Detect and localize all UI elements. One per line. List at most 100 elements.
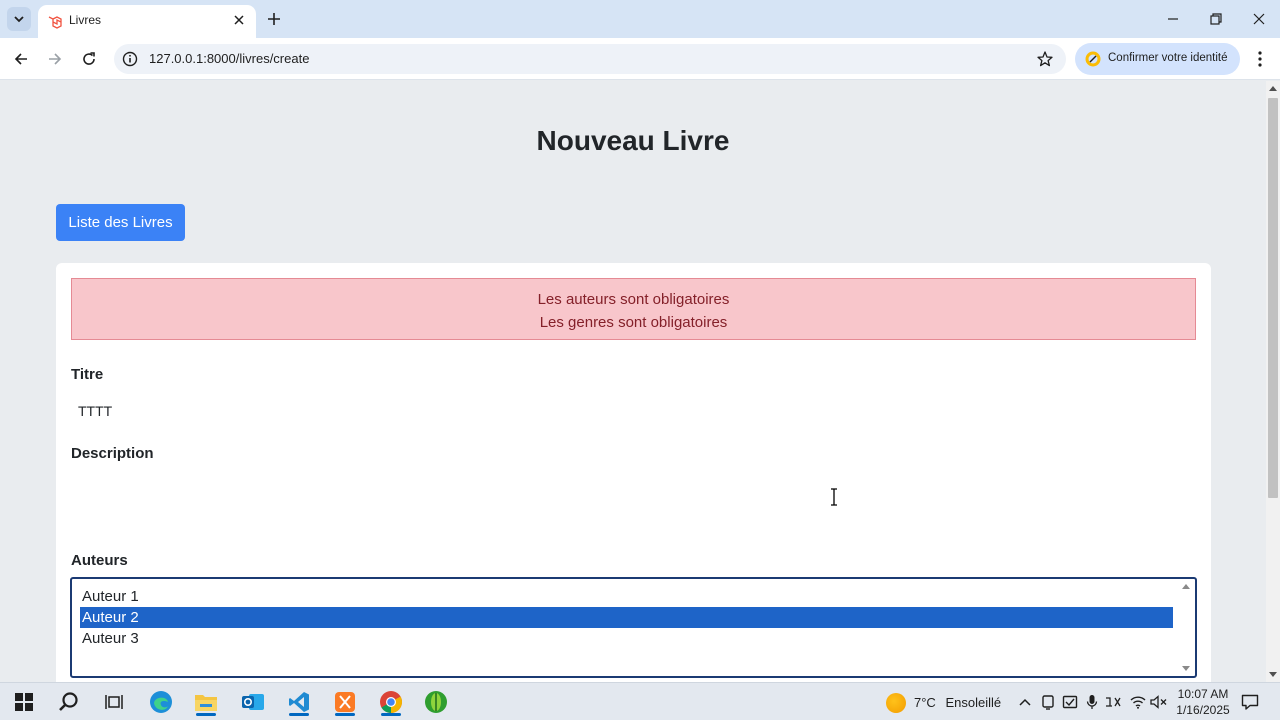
form-card: Les auteurs sont obligatoires Les genres… [56, 263, 1211, 682]
vscode-taskbar-button[interactable] [283, 688, 315, 716]
auteurs-label: Auteurs [71, 552, 128, 569]
app-taskbar-button[interactable] [420, 688, 452, 716]
reload-icon [83, 52, 95, 65]
chrome-taskbar-button[interactable] [375, 688, 407, 716]
page-viewport: Nouveau Livre Liste des Livres Les auteu… [0, 81, 1266, 682]
browser-tab-active[interactable]: Livres [38, 5, 256, 38]
arrow-left-icon [14, 53, 27, 65]
forward-button[interactable] [43, 47, 67, 71]
chrome-icon [380, 691, 402, 713]
close-icon [1253, 13, 1265, 25]
weather-temperature: 7°C [914, 695, 936, 710]
scroll-down-arrow-icon[interactable] [1269, 672, 1277, 678]
windows-logo-icon [15, 693, 33, 711]
edge-icon [150, 691, 172, 713]
security-icon [1062, 695, 1078, 709]
clock-date: 1/16/2025 [1176, 703, 1230, 717]
scroll-up-arrow-icon[interactable] [1182, 583, 1190, 589]
auteur-option-selected[interactable]: Auteur 2 [80, 607, 1173, 628]
xampp-icon [335, 692, 355, 712]
info-icon[interactable] [122, 51, 138, 67]
outlook-icon [242, 694, 264, 710]
close-window-button[interactable] [1245, 6, 1273, 32]
auteurs-multiselect[interactable]: Auteur 1 Auteur 2 Auteur 3 [70, 577, 1197, 678]
sun-icon[interactable] [886, 693, 906, 713]
scroll-thumb[interactable] [1268, 98, 1278, 498]
tray-app-button[interactable] [1039, 693, 1057, 711]
active-indicator [289, 713, 309, 716]
tray-app-button[interactable] [1061, 693, 1079, 711]
page-title: Nouveau Livre [536, 125, 730, 156]
description-label: Description [71, 445, 154, 462]
tab-search-button[interactable] [7, 7, 31, 31]
error-message: Les genres sont obligatoires [539, 314, 728, 331]
text-cursor-icon [831, 488, 837, 506]
windows-taskbar: 7°C Ensoleillé 10:07 AM 1/16/2025 [0, 682, 1280, 720]
show-hidden-icons-button[interactable] [1016, 693, 1034, 711]
restore-button[interactable] [1202, 6, 1230, 32]
titre-input[interactable]: TTTT [78, 403, 112, 419]
scroll-down-arrow-icon[interactable] [1182, 666, 1190, 672]
weather-condition: Ensoleillé [945, 695, 1002, 710]
close-icon [234, 15, 244, 25]
select-scrollbar[interactable] [1178, 579, 1195, 676]
arrow-right-icon [49, 53, 62, 65]
active-indicator [381, 713, 401, 716]
start-button[interactable] [8, 688, 40, 716]
error-alert: Les auteurs sont obligatoires Les genres… [71, 278, 1196, 340]
book-list-button[interactable]: Liste des Livres [56, 204, 185, 241]
search-button[interactable] [53, 688, 85, 716]
notifications-button[interactable] [1241, 693, 1259, 711]
green-app-icon [425, 691, 447, 713]
titre-label: Titre [71, 366, 104, 383]
browser-toolbar: 127.0.0.1:8000/livres/create Confirmer v… [0, 38, 1280, 80]
tab-close-button[interactable] [230, 11, 248, 29]
outlook-taskbar-button[interactable] [237, 688, 269, 716]
browser-menu-button[interactable] [1250, 47, 1270, 71]
auteur-option[interactable]: Auteur 3 [80, 628, 1173, 649]
laravel-icon [48, 16, 62, 29]
taskbar-clock[interactable]: 10:07 AM 1/16/2025 [1172, 686, 1234, 718]
wifi-icon [1130, 696, 1146, 709]
identity-warning-icon [1085, 51, 1101, 67]
bookmark-star-icon[interactable] [1036, 50, 1054, 68]
xampp-taskbar-button[interactable] [329, 688, 361, 716]
scroll-up-arrow-icon[interactable] [1269, 85, 1277, 91]
auteur-option[interactable]: Auteur 1 [80, 586, 1173, 607]
microphone-button[interactable] [1083, 693, 1101, 711]
back-button[interactable] [9, 47, 33, 71]
device-icon [1042, 695, 1054, 710]
active-indicator [335, 713, 355, 716]
folder-icon [195, 695, 217, 711]
microphone-icon [1086, 695, 1098, 709]
tab-strip: Livres [0, 0, 1280, 38]
volume-muted-icon [1150, 695, 1167, 709]
edge-taskbar-button[interactable] [145, 688, 177, 716]
minimize-button[interactable] [1159, 6, 1187, 32]
network-button[interactable] [1129, 693, 1147, 711]
input-icon [1106, 697, 1121, 707]
active-indicator [196, 713, 216, 716]
more-vertical-icon [1258, 51, 1262, 67]
identity-button[interactable]: Confirmer votre identité [1075, 43, 1240, 75]
chevron-up-icon [1019, 698, 1031, 706]
tray-app-button[interactable] [1104, 693, 1122, 711]
search-icon [59, 692, 78, 711]
restore-icon [1210, 13, 1222, 25]
task-view-button[interactable] [98, 688, 130, 716]
weather-widget[interactable]: 7°C Ensoleillé [914, 695, 1001, 710]
file-explorer-taskbar-button[interactable] [190, 688, 222, 716]
new-tab-button[interactable] [264, 9, 284, 29]
description-textarea[interactable] [71, 473, 1196, 533]
url-text: 127.0.0.1:8000/livres/create [149, 51, 310, 66]
reload-button[interactable] [77, 47, 101, 71]
tab-title: Livres [69, 13, 102, 27]
address-bar[interactable]: 127.0.0.1:8000/livres/create [114, 44, 1066, 74]
clock-time: 10:07 AM [1177, 687, 1229, 701]
volume-button[interactable] [1150, 693, 1168, 711]
notification-icon [1241, 694, 1259, 710]
vscode-icon [289, 692, 309, 712]
error-message: Les auteurs sont obligatoires [537, 291, 730, 308]
task-view-icon [105, 695, 123, 709]
page-scrollbar[interactable] [1266, 81, 1280, 682]
